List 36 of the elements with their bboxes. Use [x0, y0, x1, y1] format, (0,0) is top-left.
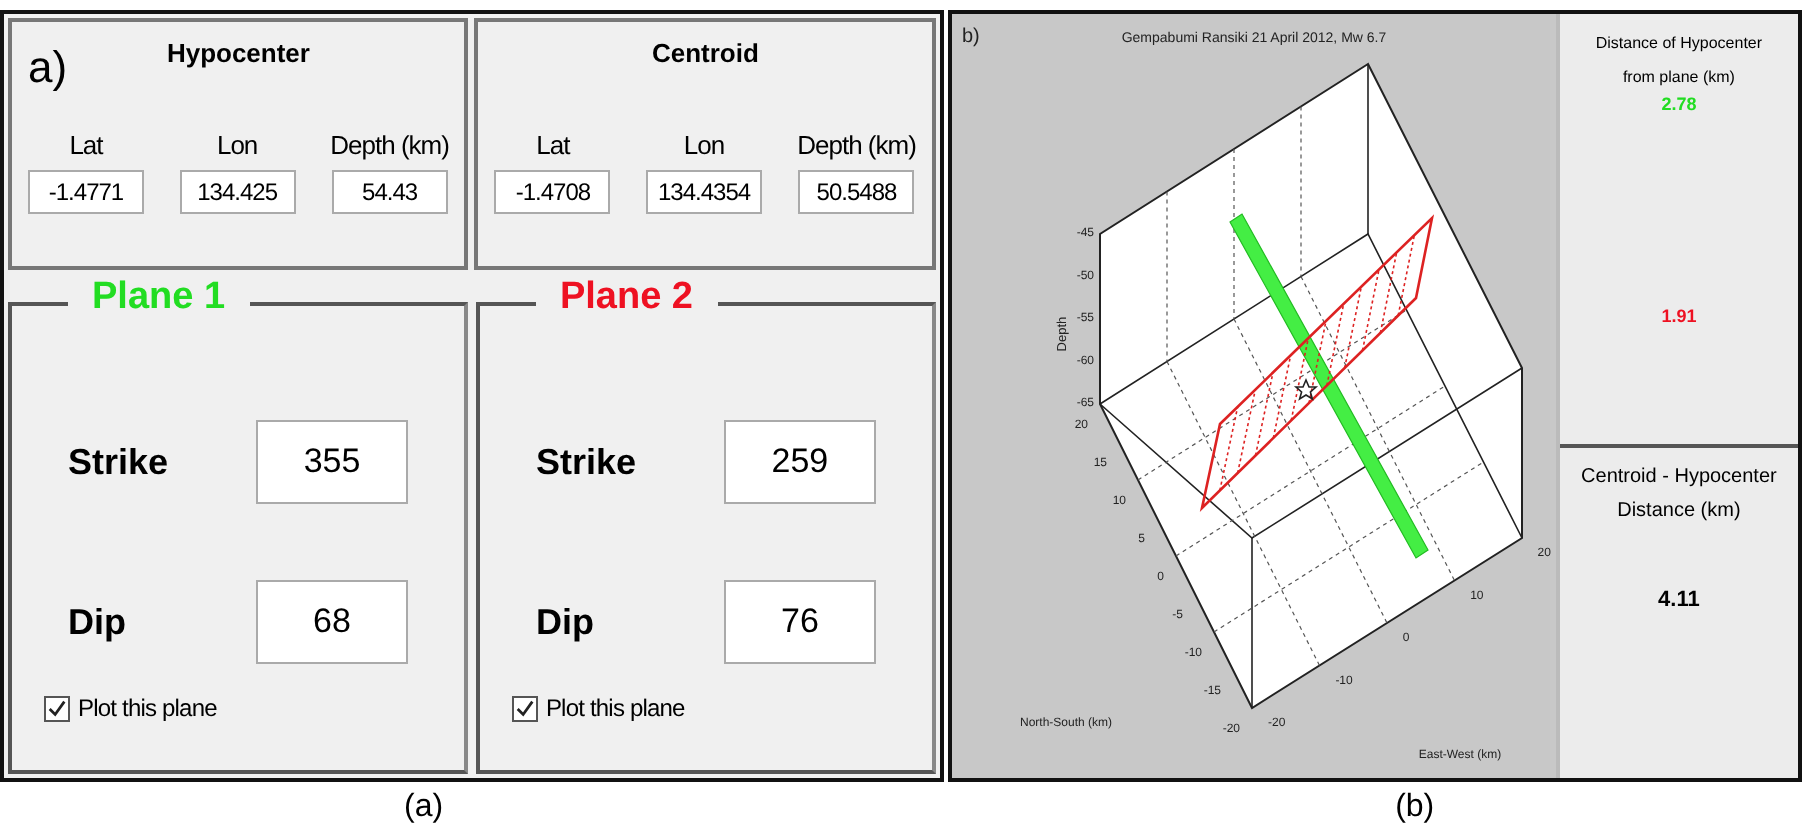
- input-field[interactable]: 259: [723, 420, 876, 504]
- group-title: Hypocenter: [166, 38, 310, 68]
- distance-value: 2.78: [1661, 94, 1697, 114]
- input-field[interactable]: 68: [256, 580, 408, 664]
- input-field[interactable]: 54.43: [331, 170, 448, 214]
- input-field[interactable]: 355: [256, 420, 408, 504]
- checkbox-label: Plot this plane: [545, 694, 685, 722]
- field-label: Depth (km): [330, 130, 449, 160]
- checkbox[interactable]: [44, 695, 70, 721]
- figure-caption: (b): [1395, 790, 1435, 826]
- input-field[interactable]: -1.4708: [494, 170, 611, 214]
- input-field[interactable]: -1.4771: [28, 170, 144, 214]
- field-label: Dip: [68, 601, 128, 643]
- input-field[interactable]: 134.4354: [646, 170, 763, 214]
- field-label: Strike: [535, 441, 638, 483]
- checkbox-label: Plot this plane: [78, 694, 217, 722]
- field-label: Depth (km): [797, 130, 916, 160]
- info-title: Distance of Hypocenter from plane (km): [1593, 32, 1765, 90]
- group-title: Centroid: [651, 38, 759, 68]
- field-label: Strike: [68, 441, 171, 483]
- input-field[interactable]: 76: [723, 580, 876, 664]
- star-icon: [1293, 377, 1318, 401]
- panel-label: a): [28, 42, 68, 94]
- distance-value: 1.91: [1661, 306, 1697, 326]
- field-label: Lon: [216, 130, 258, 160]
- figure-caption: (a): [404, 790, 444, 826]
- info-title: Centroid - Hypocenter Distance (km): [1579, 464, 1779, 526]
- input-field[interactable]: 134.425: [179, 170, 296, 214]
- panel-label: b): [961, 26, 980, 48]
- checkbox[interactable]: [511, 695, 538, 721]
- input-field[interactable]: 50.5488: [798, 170, 915, 214]
- distance-value: 4.11: [1658, 588, 1700, 612]
- field-label: Lat: [69, 130, 103, 160]
- field-label: Lat: [536, 130, 570, 160]
- field-label: Dip: [535, 601, 596, 643]
- field-label: Lon: [683, 130, 725, 160]
